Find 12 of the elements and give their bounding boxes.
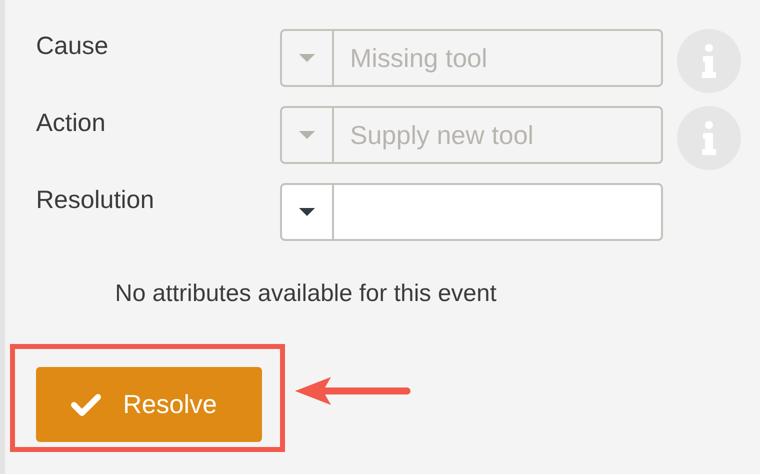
caret-icon — [299, 130, 315, 140]
field-value: Supply new tool — [349, 120, 534, 150]
dropdown-field[interactable] — [280, 183, 663, 241]
resolve-button[interactable]: Resolve — [36, 367, 262, 442]
caret-icon — [299, 208, 315, 216]
field-label: Resolution — [36, 185, 156, 215]
field-label: Cause — [36, 31, 110, 61]
caret-icon — [299, 54, 315, 62]
field-label: Action — [36, 108, 106, 138]
field-value: Missing tool — [349, 42, 488, 74]
check-icon — [71, 394, 102, 416]
empty-message: No attributes available for this event — [114, 279, 498, 309]
